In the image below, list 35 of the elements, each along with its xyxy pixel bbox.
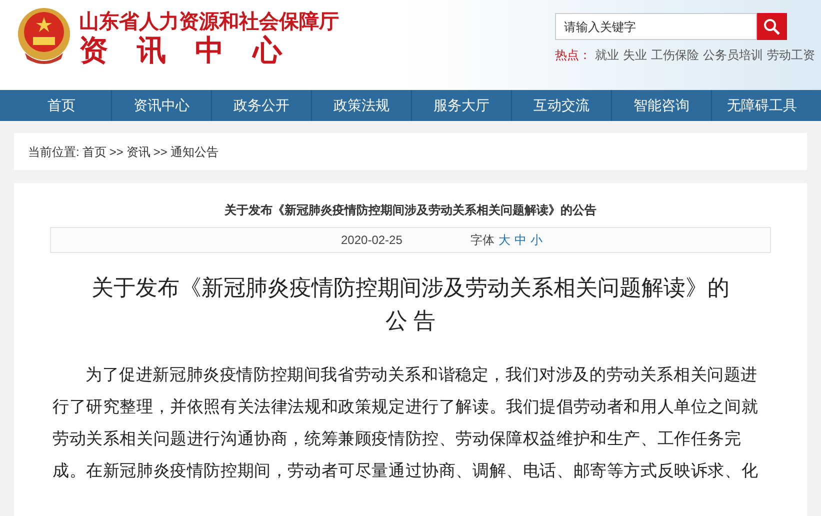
hot-link[interactable]: 就业 [595,46,619,64]
breadcrumb-separator: >> [109,144,124,160]
search-button[interactable] [757,13,787,40]
hot-link[interactable]: 公务员培训 [703,46,763,64]
section-title: 资 讯 中 心 [79,34,284,68]
search-field[interactable]: 请输入关键字 [555,13,757,40]
nav-item[interactable]: 无障碍工具 [712,90,812,121]
font-size-label: 字体 [470,232,494,249]
breadcrumb-separator: >> [153,144,168,160]
nav-item[interactable]: 政务公开 [212,90,312,121]
article-paragraph: 为了促进新冠肺炎疫情防控期间我省劳动关系和谐稳定，我们对涉及的劳动关系相关问题进行了研究整理，并依照有关法律法规和政策规定进行了解读。我们提倡劳动者和用人单位之间就劳动关系相关问题进行沟通协商，统筹兼顾疫情防控、劳动保障权益维护和生产、工作任务完成。在新冠肺炎疫情防控期间，劳动者可尽量通过协商、调解、电话、邮寄等方式反映诉求、化 [52,365,760,482]
article-heading: 公 告 [385,307,436,335]
breadcrumb-link[interactable]: 通知公告 [170,142,218,160]
font-size-link[interactable]: 中 [514,231,526,249]
nav-item[interactable]: 首页 [12,90,112,121]
article-heading: 关于发布《新冠肺炎疫情防控期间涉及劳动关系相关问题解读》的 [92,274,730,302]
publish-date: 2020-02-25 [341,232,402,249]
hot-link[interactable]: 失业 [623,46,647,64]
hot-label: 热点： [555,47,591,64]
article-title: 关于发布《新冠肺炎疫情防控期间涉及劳动关系相关问题解读》的公告 [224,202,596,219]
hot-link[interactable]: 劳动工资 [767,46,815,64]
search-icon [763,18,781,36]
nav-item[interactable]: 智能咨询 [612,90,712,121]
nav-item[interactable]: 资讯中心 [112,90,212,121]
hot-link[interactable]: 工伤保险 [651,46,699,64]
breadcrumb-link[interactable]: 首页 [82,142,106,160]
org-name: 山东省人力资源和社会保障厅 [79,10,339,34]
nav-item[interactable]: 政策法规 [312,90,412,121]
nav-item[interactable]: 互动交流 [512,90,612,121]
emblem-icon [17,7,71,65]
nav-item[interactable]: 服务大厅 [412,90,512,121]
breadcrumb-label: 当前位置: [28,144,80,160]
font-size-link[interactable]: 小 [530,231,542,249]
font-size-link[interactable]: 大 [498,231,510,249]
breadcrumb-link[interactable]: 资讯 [126,142,150,160]
